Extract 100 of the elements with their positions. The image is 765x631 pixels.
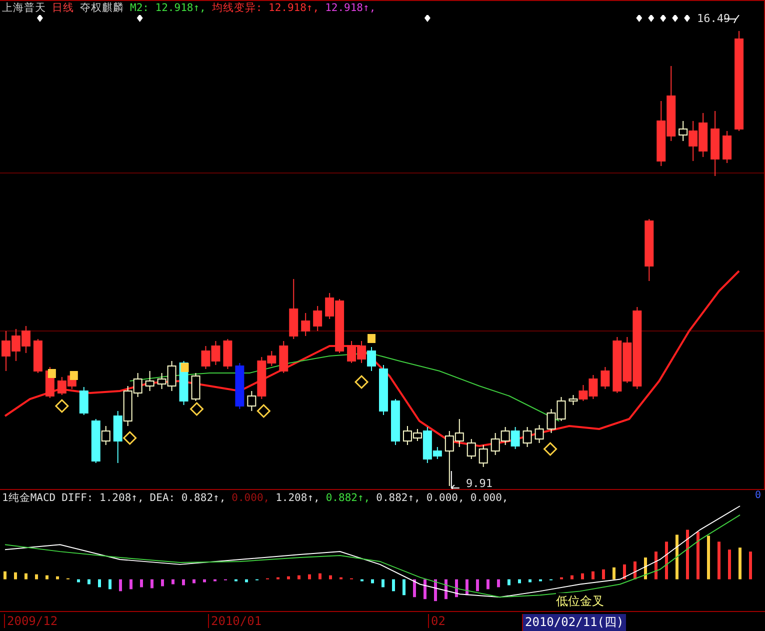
indicator-text: 上海普天 <box>2 1 46 15</box>
candlestick <box>556 396 566 422</box>
indicator-text: 1.208↑, <box>276 492 320 504</box>
candlestick <box>223 338 232 370</box>
macd-bar <box>46 575 48 580</box>
macd-bar <box>108 579 112 590</box>
macd-bar <box>318 573 322 580</box>
diamond-signal-icon <box>543 442 558 456</box>
indicator-text: 1纯金MACD <box>2 490 56 504</box>
indicator-text: M2: 12.918↑, <box>130 2 206 14</box>
macd-bar <box>203 579 206 582</box>
macd-bar <box>508 579 510 586</box>
macd-bar <box>329 575 332 580</box>
candlestick <box>145 370 154 392</box>
scale-label: 0 <box>754 490 761 501</box>
macd-bar <box>612 567 616 580</box>
pointer-arrow-icon <box>450 470 460 489</box>
macd-bar <box>130 579 132 590</box>
macd-bar <box>665 542 668 580</box>
candlestick <box>612 336 622 394</box>
macd-bar <box>56 576 59 580</box>
candlestick <box>367 346 376 372</box>
candlestick <box>2 330 10 372</box>
macd-bar <box>424 579 426 600</box>
macd-bar <box>234 579 238 582</box>
indicator-text: 12.918↑, <box>325 2 376 14</box>
candlestick <box>644 218 654 282</box>
macd-bar <box>634 561 636 580</box>
macd-bar <box>88 579 90 584</box>
macd-bar <box>476 579 479 592</box>
indicator-text: 0.882↑, <box>326 492 370 504</box>
macd-bar <box>738 548 742 580</box>
candlestick <box>478 444 488 468</box>
macd-bar <box>392 579 395 592</box>
diamond-signal-icon <box>54 398 69 414</box>
square-signal-icon <box>48 369 56 378</box>
macd-bar <box>98 579 101 588</box>
macd-bar <box>654 552 658 580</box>
macd-bar <box>161 579 164 586</box>
macd-bar <box>119 579 122 592</box>
macd-bar <box>570 575 574 580</box>
macd-bar <box>581 573 584 580</box>
candlestick <box>534 424 544 444</box>
date-label: 2009/12 <box>4 614 60 628</box>
macd-bar <box>182 579 185 586</box>
macd-bar <box>245 579 248 582</box>
macd-bar <box>287 576 290 580</box>
candlestick <box>522 426 532 448</box>
macd-bar <box>444 579 448 600</box>
macd-bar <box>644 558 647 580</box>
indicator-text: 夺权麒麟 <box>80 1 124 15</box>
candlestick <box>466 438 476 460</box>
macd-bar <box>466 579 468 596</box>
candlestick <box>500 426 510 446</box>
macd-bar <box>486 579 490 590</box>
candlestick <box>21 326 30 354</box>
macd-bar <box>298 575 300 580</box>
indicator-text: 0.000, <box>232 492 270 504</box>
macd-bar <box>623 564 626 580</box>
candlestick <box>600 366 610 390</box>
candlestick <box>347 340 356 364</box>
candlestick <box>301 312 310 336</box>
macd-bar <box>24 573 28 580</box>
macd-bar <box>718 542 720 580</box>
candlestick <box>201 346 210 370</box>
candlestick <box>313 306 322 332</box>
macd-bar <box>518 579 521 584</box>
indicator-text: 0.000, <box>426 492 464 504</box>
macd-bar <box>686 530 689 580</box>
indicator-text: DIFF: 1.208↑, <box>62 492 144 504</box>
candlestick <box>722 130 732 164</box>
macd-bar <box>592 571 594 580</box>
macd-bar <box>539 579 542 582</box>
macd-bar <box>413 579 416 598</box>
candlestick <box>113 410 122 464</box>
candlestick <box>546 408 556 434</box>
macd-bar <box>749 552 752 580</box>
candlestick <box>656 100 666 166</box>
macd-bar <box>455 579 458 598</box>
macd-bar <box>707 536 710 580</box>
signal-label: 低位金叉 <box>556 593 604 610</box>
indicator-text: DEA: 0.882↑, <box>150 492 226 504</box>
macd-bar <box>140 579 143 588</box>
macd-bar <box>360 579 364 582</box>
macd-bar <box>276 577 280 580</box>
macd-bar <box>214 579 216 582</box>
macd-bar <box>308 574 311 580</box>
indicator-text: 均线变异: 12.918↑, <box>212 1 320 15</box>
candlestick <box>357 340 366 364</box>
macd-bar <box>602 569 605 580</box>
macd-bar <box>4 571 6 580</box>
candlestick <box>11 328 20 362</box>
candlestick <box>33 338 42 374</box>
square-signal-icon <box>70 371 78 380</box>
macd-bar <box>728 550 731 580</box>
candlestick <box>235 362 244 410</box>
macd-bar <box>434 579 437 602</box>
macd-bar <box>402 579 406 596</box>
date-label: 2010/02/11(四) <box>522 614 626 631</box>
macd-bar <box>77 579 80 582</box>
